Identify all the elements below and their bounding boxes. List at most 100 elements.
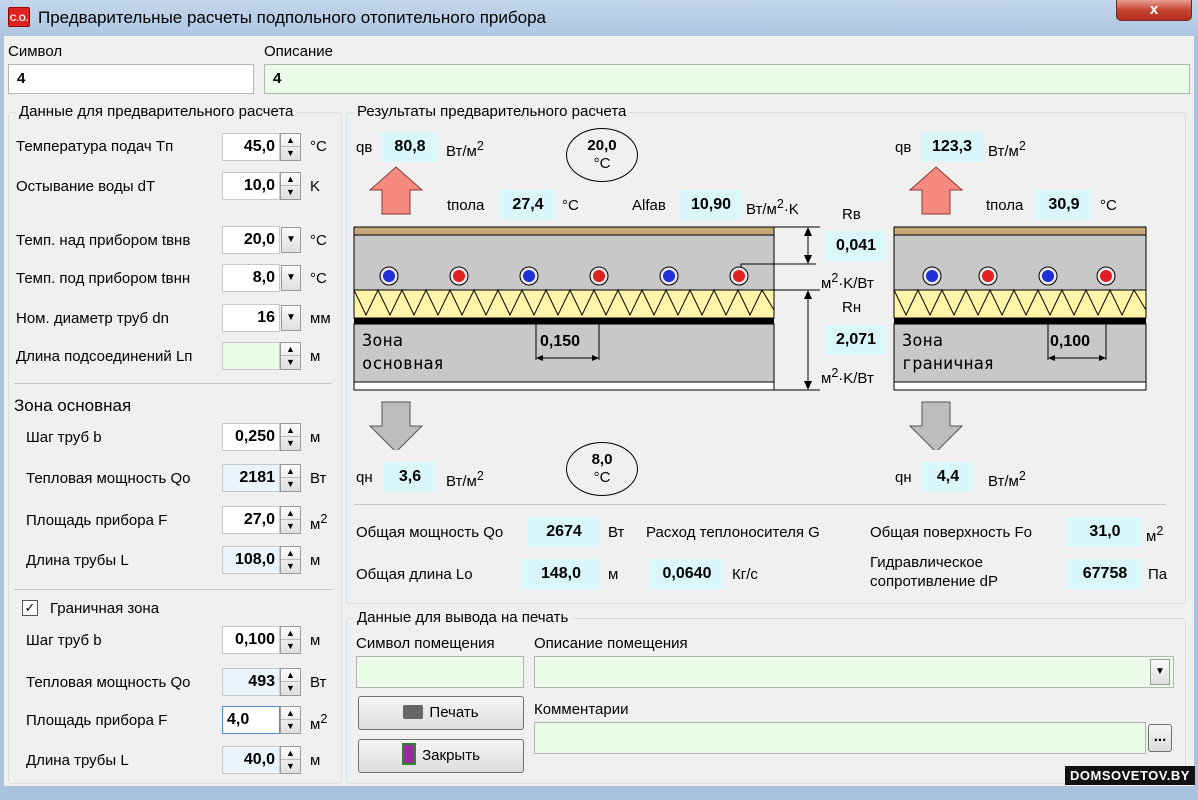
- main-power-field[interactable]: 2181: [222, 464, 280, 492]
- main-pitch-spinner[interactable]: ▲ ▼: [280, 423, 301, 451]
- edge-qn-unit: Вт/м2: [988, 469, 1026, 490]
- spin-up-icon[interactable]: ▲: [281, 669, 300, 682]
- edge-power-label: Тепловая мощность Qo: [26, 674, 191, 691]
- total-length-unit: м: [608, 566, 619, 583]
- edge-power-field[interactable]: 493: [222, 668, 280, 696]
- main-power-spinner[interactable]: ▲ ▼: [280, 464, 301, 492]
- spin-up-icon[interactable]: ▲: [281, 507, 300, 520]
- pipe-diameter-unit: мм: [310, 310, 331, 327]
- edge-area-field[interactable]: 4,0: [222, 706, 280, 734]
- room-symbol-input[interactable]: [356, 656, 524, 688]
- connection-length-label: Длина подсоединений Lп: [16, 348, 193, 365]
- edge-pitch-spinner[interactable]: ▲ ▼: [280, 626, 301, 654]
- spin-down-icon[interactable]: ▼: [281, 478, 300, 491]
- rn-unit: м2·K/Вт: [821, 366, 874, 387]
- main-tfloor-value: 27,4: [500, 190, 556, 220]
- cooling-field[interactable]: 10,0: [222, 172, 280, 200]
- spin-up-icon[interactable]: ▲: [281, 173, 300, 186]
- cooling-unit: K: [310, 178, 321, 195]
- description-input[interactable]: 4: [264, 64, 1190, 94]
- pipe-diameter-dropdown-icon[interactable]: ▼: [281, 305, 301, 331]
- spin-down-icon[interactable]: ▼: [281, 640, 300, 653]
- rv-unit: м2·K/Вт: [821, 271, 874, 292]
- room-description-label: Описание помещения: [534, 635, 688, 652]
- main-area-field[interactable]: 27,0: [222, 506, 280, 534]
- spin-down-icon[interactable]: ▼: [281, 520, 300, 533]
- spin-up-icon[interactable]: ▲: [281, 627, 300, 640]
- spin-up-icon[interactable]: ▲: [281, 747, 300, 760]
- spin-up-icon[interactable]: ▲: [281, 465, 300, 478]
- window-title: Предварительные расчеты подпольного отоп…: [38, 8, 546, 27]
- main-area-spinner[interactable]: ▲ ▼: [280, 506, 301, 534]
- main-qn-label: qн: [356, 469, 373, 486]
- edge-area-spinner[interactable]: ▲ ▼: [280, 706, 301, 734]
- edge-zone-diagram-label: Зона граничная: [902, 331, 995, 374]
- alfa-unit: Вт/м2·K: [746, 197, 799, 218]
- main-length-field[interactable]: 108,0: [222, 546, 280, 574]
- close-window-button[interactable]: x: [1116, 0, 1192, 21]
- main-pitch-field[interactable]: 0,250: [222, 423, 280, 451]
- floor-covering: [353, 226, 775, 236]
- room-description-combo[interactable]: [534, 656, 1174, 688]
- spin-down-icon[interactable]: ▼: [281, 437, 300, 450]
- supply-temp-spinner[interactable]: ▲ ▼: [280, 133, 301, 161]
- spin-up-icon[interactable]: ▲: [281, 707, 300, 720]
- heat-up-arrow-icon: [908, 166, 964, 215]
- spin-down-icon[interactable]: ▼: [281, 186, 300, 199]
- room-description-dropdown-icon[interactable]: ▼: [1150, 659, 1170, 685]
- spin-down-icon[interactable]: ▼: [281, 682, 300, 695]
- print-button[interactable]: Печать: [358, 696, 524, 730]
- top-air-temp-oval: 20,0 °C: [566, 128, 638, 182]
- total-power-value: 2674: [528, 517, 600, 547]
- supply-temp-field[interactable]: 45,0: [222, 133, 280, 161]
- spin-down-icon[interactable]: ▼: [281, 356, 300, 369]
- main-length-spinner[interactable]: ▲ ▼: [280, 546, 301, 574]
- spin-down-icon[interactable]: ▼: [281, 560, 300, 573]
- edge-qn-value: 4,4: [922, 462, 974, 492]
- main-power-label: Тепловая мощность Qo: [26, 470, 191, 487]
- spin-down-icon[interactable]: ▼: [281, 147, 300, 160]
- cooling-spinner[interactable]: ▲ ▼: [280, 172, 301, 200]
- main-qv-value: 80,8: [382, 132, 438, 162]
- edge-qv-value: 123,3: [921, 132, 983, 162]
- main-spacing-label: 0,150: [540, 333, 581, 350]
- screed-layer: [353, 234, 775, 291]
- spin-down-icon[interactable]: ▼: [281, 720, 300, 733]
- pipe-diameter-field[interactable]: 16: [222, 304, 280, 332]
- precalc-input-title: Данные для предварительного расчета: [16, 103, 297, 120]
- edge-power-spinner[interactable]: ▲ ▼: [280, 668, 301, 696]
- temp-above-field[interactable]: 20,0: [222, 226, 280, 254]
- temp-above-dropdown-icon[interactable]: ▼: [281, 227, 301, 253]
- edge-zone-checkbox[interactable]: ✓: [22, 600, 38, 616]
- hot-pipe-icon: [453, 270, 465, 282]
- dp-unit: Па: [1148, 566, 1168, 583]
- title-bar: C.O. Предварительные расчеты подпольного…: [0, 0, 1198, 36]
- app-icon: C.O.: [8, 7, 30, 27]
- spin-down-icon[interactable]: ▼: [281, 760, 300, 773]
- surface-value: 31,0: [1068, 517, 1142, 547]
- connection-length-field[interactable]: [222, 342, 280, 370]
- cold-pipe-icon: [523, 270, 535, 282]
- surface-unit: м2: [1146, 524, 1164, 545]
- connection-length-spinner[interactable]: ▲ ▼: [280, 342, 301, 370]
- spin-up-icon[interactable]: ▲: [281, 424, 300, 437]
- temp-below-field[interactable]: 8,0: [222, 264, 280, 292]
- symbol-input[interactable]: 4: [8, 64, 254, 94]
- connection-length-unit: м: [310, 348, 321, 365]
- edge-length-spinner[interactable]: ▲ ▼: [280, 746, 301, 774]
- temp-below-dropdown-icon[interactable]: ▼: [281, 265, 301, 291]
- dp-label: Гидравлическое сопротивление dP: [870, 554, 998, 590]
- spin-up-icon[interactable]: ▲: [281, 134, 300, 147]
- results-title: Результаты предварительного расчета: [354, 103, 630, 120]
- close-button[interactable]: Закрыть: [358, 739, 524, 773]
- edge-length-field[interactable]: 40,0: [222, 746, 280, 774]
- hot-pipe-icon: [982, 270, 994, 282]
- divider: [14, 383, 332, 384]
- hot-pipe-icon: [733, 270, 745, 282]
- cold-pipe-icon: [926, 270, 938, 282]
- edge-pitch-field[interactable]: 0,100: [222, 626, 280, 654]
- comments-input[interactable]: [534, 722, 1146, 754]
- spin-up-icon[interactable]: ▲: [281, 343, 300, 356]
- comments-browse-button[interactable]: ...: [1148, 724, 1172, 752]
- spin-up-icon[interactable]: ▲: [281, 547, 300, 560]
